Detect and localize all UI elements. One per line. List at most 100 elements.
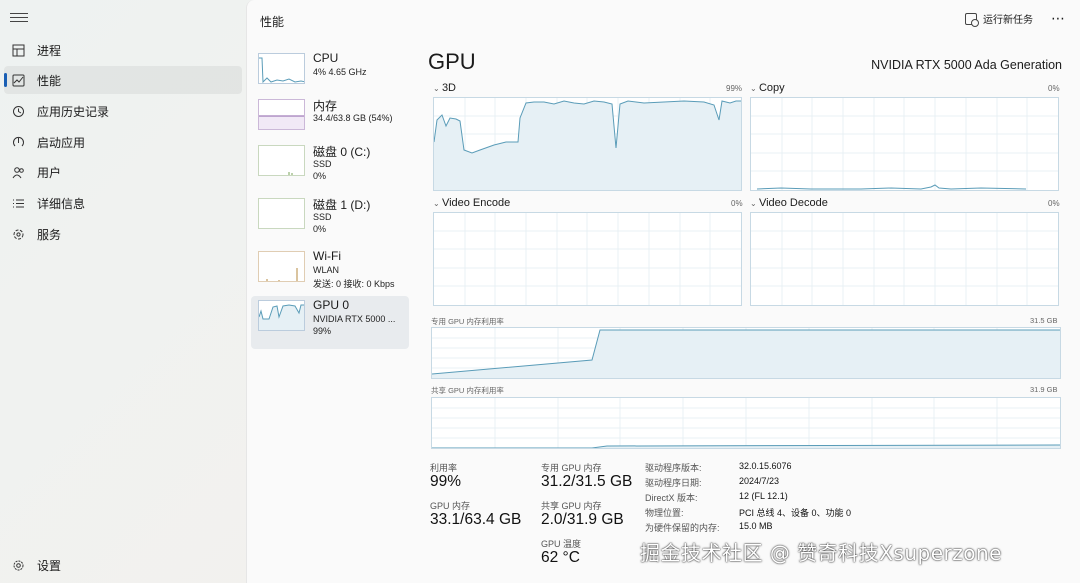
- run-new-task-button[interactable]: 运行新任务: [965, 11, 1033, 27]
- chevron-down-icon: ⌄: [433, 84, 442, 93]
- engine-video-decode-name: Video Decode: [758, 197, 828, 209]
- nav-item-startup-apps[interactable]: 启动应用: [4, 128, 242, 156]
- physical-location-value: PCI 总线 4、设备 0、功能 0: [739, 508, 852, 518]
- chevron-down-icon: ⌄: [750, 199, 759, 208]
- resource-name: 磁盘 0 (C:): [313, 145, 371, 159]
- details-icon: [11, 196, 25, 210]
- engine-3d-label[interactable]: ⌄ 3D: [433, 82, 456, 94]
- engine-3d-graph: [433, 97, 742, 191]
- shared-memory-max: 31.9 GB: [1030, 385, 1058, 394]
- nav-item-settings[interactable]: 设置: [4, 551, 242, 579]
- run-new-task-label: 运行新任务: [983, 15, 1033, 26]
- resource-name: Wi-Fi: [313, 249, 341, 263]
- resource-sub1: 34.4/63.8 GB (54%): [313, 113, 393, 123]
- engine-3d-pct: 99%: [726, 84, 743, 93]
- dedicated-value: 31.2/31.5 GB: [541, 473, 633, 490]
- gpu-model-name: NVIDIA RTX 5000 Ada Generation: [871, 58, 1062, 72]
- engine-video-decode-pct: 0%: [1048, 199, 1060, 208]
- resource-sub1: 4% 4.65 GHz: [313, 67, 367, 77]
- driver-version-key: 驱动程序版本:: [645, 463, 702, 473]
- nav-item-label: 服务: [37, 227, 62, 242]
- resource-sub1: WLAN: [313, 265, 340, 275]
- dedicated-memory-graph: [431, 327, 1061, 379]
- memory-thumbnail-graph: [258, 99, 305, 130]
- shared-memory-graph: [431, 397, 1061, 449]
- engine-video-decode-label[interactable]: ⌄ Video Decode: [750, 197, 828, 209]
- performance-icon: [11, 73, 25, 87]
- watermark-text: 掘金技术社区 @ 赞奇科技Xsuperzone: [640, 541, 1002, 565]
- reserved-memory-value: 15.0 MB: [739, 521, 773, 531]
- engine-copy-name: Copy: [758, 82, 785, 94]
- engine-copy-pct: 0%: [1048, 84, 1060, 93]
- nav-item-performance[interactable]: 性能: [4, 66, 242, 94]
- engine-copy-graph: [750, 97, 1059, 191]
- resource-sub2: 0%: [313, 224, 327, 234]
- shared-value: 2.0/31.9 GB: [541, 511, 624, 528]
- processes-icon: [11, 43, 25, 57]
- nav-item-label: 用户: [37, 165, 62, 180]
- dedicated-memory-max: 31.5 GB: [1030, 316, 1058, 325]
- disk1-thumbnail-graph: [258, 198, 305, 229]
- run-task-icon: [965, 12, 979, 27]
- settings-label: 设置: [37, 558, 62, 573]
- resource-disk-0[interactable]: 磁盘 0 (C:) SSD 0%: [251, 141, 409, 193]
- top-bar: 性能 运行新任务 ⋯: [247, 0, 1080, 40]
- resource-disk-1[interactable]: 磁盘 1 (D:) SSD 0%: [251, 194, 409, 246]
- startup-apps-icon: [11, 135, 25, 149]
- driver-version-value: 32.0.15.6076: [739, 461, 792, 471]
- physical-location-key: 物理位置:: [645, 508, 684, 518]
- resource-sub1: NVIDIA RTX 5000 ...: [313, 314, 396, 324]
- engine-video-encode-name: Video Encode: [441, 197, 511, 209]
- cpu-thumbnail-graph: [258, 53, 305, 84]
- engine-video-encode-graph: [433, 212, 742, 306]
- engine-video-decode-graph: [750, 212, 1059, 306]
- services-icon: [11, 227, 25, 241]
- resource-sub2: 发送: 0 接收: 0 Kbps: [313, 279, 395, 289]
- engine-video-encode-label[interactable]: ⌄ Video Encode: [433, 197, 510, 209]
- gpu-title: GPU: [428, 49, 476, 74]
- nav-item-label: 启动应用: [37, 135, 86, 150]
- nav-item-label: 进程: [37, 43, 62, 58]
- resource-wifi[interactable]: Wi-Fi WLAN 发送: 0 接收: 0 Kbps: [251, 247, 409, 299]
- utilization-value: 99%: [430, 473, 462, 490]
- reserved-memory-key: 为硬件保留的内存:: [645, 523, 720, 533]
- gpu-memory-value: 33.1/63.4 GB: [430, 511, 522, 528]
- driver-date-key: 驱动程序日期:: [645, 478, 702, 488]
- resource-cpu[interactable]: CPU 4% 4.65 GHz: [251, 49, 409, 101]
- resource-memory[interactable]: 内存 34.4/63.8 GB (54%): [251, 95, 409, 147]
- nav-item-label: 详细信息: [37, 196, 86, 211]
- nav-item-processes[interactable]: 进程: [4, 36, 242, 64]
- resource-name: 内存: [313, 99, 338, 113]
- nav-item-details[interactable]: 详细信息: [4, 189, 242, 217]
- dedicated-memory-label: 专用 GPU 内存利用率: [431, 317, 504, 326]
- driver-date-value: 2024/7/23: [739, 476, 780, 486]
- hamburger-menu-icon[interactable]: [10, 10, 28, 28]
- gear-icon: [11, 558, 25, 572]
- resource-sub2: 0%: [313, 171, 327, 181]
- resource-sub2: 99%: [313, 326, 332, 336]
- engine-copy-label[interactable]: ⌄ Copy: [750, 82, 785, 94]
- disk0-thumbnail-graph: [258, 145, 305, 176]
- wifi-thumbnail-graph: [258, 251, 305, 282]
- chevron-down-icon: ⌄: [750, 84, 759, 93]
- nav-item-app-history[interactable]: 应用历史记录: [4, 97, 242, 125]
- resource-sub1: SSD: [313, 159, 332, 169]
- resource-name: CPU: [313, 51, 339, 65]
- app-history-icon: [11, 104, 25, 118]
- main-panel: 性能 运行新任务 ⋯ CPU 4% 4.65 GHz 内存 34.4/63.8 …: [246, 0, 1080, 583]
- temperature-value: 62 °C: [541, 549, 580, 566]
- resource-name: 磁盘 1 (D:): [313, 198, 371, 212]
- more-options-icon[interactable]: ⋯: [1051, 10, 1066, 27]
- engine-video-encode-pct: 0%: [731, 199, 743, 208]
- nav-item-label: 应用历史记录: [37, 104, 110, 119]
- resource-gpu-0[interactable]: GPU 0 NVIDIA RTX 5000 ... 99%: [251, 296, 409, 349]
- engine-3d-name: 3D: [441, 82, 456, 94]
- directx-version-key: DirectX 版本:: [645, 493, 698, 503]
- nav-item-label: 性能: [37, 73, 62, 88]
- resource-sub1: SSD: [313, 212, 332, 222]
- shared-memory-label: 共享 GPU 内存利用率: [431, 386, 504, 395]
- nav-item-services[interactable]: 服务: [4, 220, 242, 248]
- chevron-down-icon: ⌄: [433, 199, 442, 208]
- nav-item-users[interactable]: 用户: [4, 158, 242, 186]
- gpu-thumbnail-graph: [258, 300, 305, 331]
